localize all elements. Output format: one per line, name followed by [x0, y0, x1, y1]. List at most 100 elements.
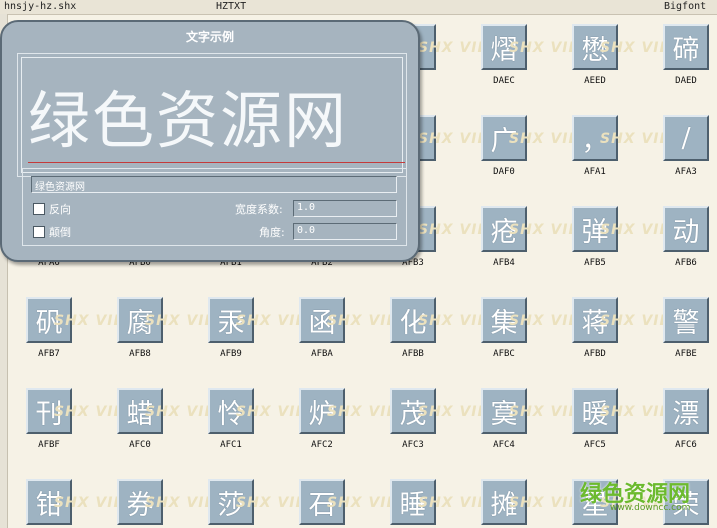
glyph-code: AFB9 [220, 349, 242, 359]
preview-baseline [28, 162, 405, 163]
glyph-tile[interactable]: 集 [481, 297, 527, 343]
glyph-code: AFBA [311, 349, 333, 359]
glyph-tile[interactable]: 疮 [481, 206, 527, 252]
angle-input[interactable]: 0.0 [293, 223, 397, 240]
glyph-char: 懋 [581, 34, 609, 66]
glyph-char: 怜 [217, 398, 245, 430]
glyph-char: 睡 [399, 489, 427, 521]
glyph-tile[interactable]: 化 [390, 297, 436, 343]
glyph-code: AFB8 [129, 349, 151, 359]
glyph-char: 警 [672, 307, 700, 339]
width-factor-label: 宽度系数: [235, 203, 283, 216]
glyph-char: 莎 [217, 489, 245, 521]
preview-panel: 绿色资源网 [17, 53, 407, 177]
glyph-char: 疮 [490, 216, 518, 248]
preview-frame: 绿色资源网 [21, 57, 405, 173]
glyph-tile[interactable]: 熠 [481, 24, 527, 70]
options-panel: 绿色资源网 反向 宽度系数: 1.0 颠倒 角度: 0.0 [22, 168, 407, 246]
glyph-char: 券 [126, 489, 154, 521]
glyph-tile[interactable]: 懋 [572, 24, 618, 70]
glyph-code: AFC2 [311, 440, 333, 450]
angle-label: 角度: [259, 226, 285, 239]
glyph-code: DAEC [493, 76, 515, 86]
glyph-tile[interactable]: 摊 [481, 479, 527, 525]
glyph-char: 动 [672, 216, 700, 248]
glyph-tile[interactable]: 钳 [26, 479, 72, 525]
font-file-name: hnsjy-hz.shx [4, 1, 77, 12]
glyph-tile[interactable]: 睡 [390, 479, 436, 525]
glyph-tile[interactable]: 暖 [572, 388, 618, 434]
glyph-code: AFB4 [493, 258, 515, 268]
glyph-char: 摊 [490, 489, 518, 521]
glyph-char: 化 [399, 307, 427, 339]
glyph-char: 矾 [35, 307, 63, 339]
glyph-code: DAED [675, 76, 697, 86]
glyph-char: / [681, 122, 691, 154]
upside-down-label: 颠倒 [49, 226, 71, 239]
glyph-char: 集 [490, 307, 518, 339]
glyph-char: 广 [490, 125, 518, 157]
glyph-tile[interactable]: 刊 [26, 388, 72, 434]
glyph-code: AFBF [38, 440, 60, 450]
glyph-code: AFC5 [584, 440, 606, 450]
bigfont-label: Bigfont [664, 1, 707, 12]
glyph-tile[interactable]: 怜 [208, 388, 254, 434]
upside-down-checkbox[interactable] [33, 226, 45, 238]
glyph-code: AFC3 [402, 440, 424, 450]
glyph-char: 茂 [399, 398, 427, 430]
glyph-tile[interactable]: 漂 [663, 388, 709, 434]
glyph-char: ， [581, 125, 609, 157]
reverse-checkbox[interactable] [33, 203, 45, 215]
glyph-code: AFA3 [675, 167, 697, 177]
glyph-char: 弹 [581, 216, 609, 248]
title-bar: hnsjy-hz.shx HZTXT Bigfont [0, 0, 717, 15]
glyph-tile[interactable]: 寞 [481, 388, 527, 434]
glyph-code: AFB5 [584, 258, 606, 268]
glyph-tile[interactable]: 莎 [208, 479, 254, 525]
glyph-tile[interactable]: / [663, 115, 709, 161]
glyph-tile[interactable]: 矾 [26, 297, 72, 343]
glyph-tile[interactable]: 警 [663, 297, 709, 343]
sample-text-input[interactable]: 绿色资源网 [31, 176, 397, 193]
glyph-code: AFB7 [38, 349, 60, 359]
glyph-code: AFBC [493, 349, 515, 359]
glyph-code: AFC0 [129, 440, 151, 450]
glyph-char: 汞 [217, 307, 245, 339]
glyph-code: DAF0 [493, 167, 515, 177]
glyph-tile[interactable]: 广 [481, 115, 527, 161]
glyph-code: AFBD [584, 349, 606, 359]
glyph-code: AFC4 [493, 440, 515, 450]
brand-url: www.downcc.com [610, 503, 691, 513]
glyph-tile[interactable]: 蒋 [572, 297, 618, 343]
glyph-tile[interactable]: 汞 [208, 297, 254, 343]
glyph-code: AFC6 [675, 440, 697, 450]
glyph-tile[interactable]: 腐 [117, 297, 163, 343]
dialog-title: 文字示例 [185, 30, 234, 44]
font-type-label: HZTXT [216, 1, 247, 12]
glyph-tile[interactable]: 函 [299, 297, 345, 343]
glyph-tile[interactable]: 动 [663, 206, 709, 252]
glyph-char: 刊 [35, 398, 63, 430]
glyph-code: AFB6 [675, 258, 697, 268]
glyph-tile[interactable]: 弹 [572, 206, 618, 252]
glyph-tile[interactable]: 蜡 [117, 388, 163, 434]
text-sample-dialog: 文字示例 绿色资源网 绿色资源网 反向 宽度系数: 1.0 颠倒 角度: 0.0 [0, 20, 420, 262]
glyph-char: 熠 [490, 34, 518, 66]
glyph-char: 漂 [672, 398, 700, 430]
glyph-tile[interactable]: 炉 [299, 388, 345, 434]
glyph-char: 蒋 [581, 307, 609, 339]
glyph-tile[interactable]: 石 [299, 479, 345, 525]
glyph-code: AEED [584, 76, 606, 86]
glyph-tile[interactable]: 茂 [390, 388, 436, 434]
glyph-char: 石 [308, 489, 336, 521]
glyph-tile[interactable]: ， [572, 115, 618, 161]
glyph-tile[interactable]: 券 [117, 479, 163, 525]
glyph-char: 腐 [126, 307, 154, 339]
glyph-char: 寞 [490, 398, 518, 430]
glyph-char: 暖 [581, 398, 609, 430]
glyph-code: AFBB [402, 349, 424, 359]
glyph-code: AFA1 [584, 167, 606, 177]
glyph-char: 蜡 [126, 398, 154, 430]
glyph-tile[interactable]: 碲 [663, 24, 709, 70]
width-factor-input[interactable]: 1.0 [293, 200, 397, 217]
